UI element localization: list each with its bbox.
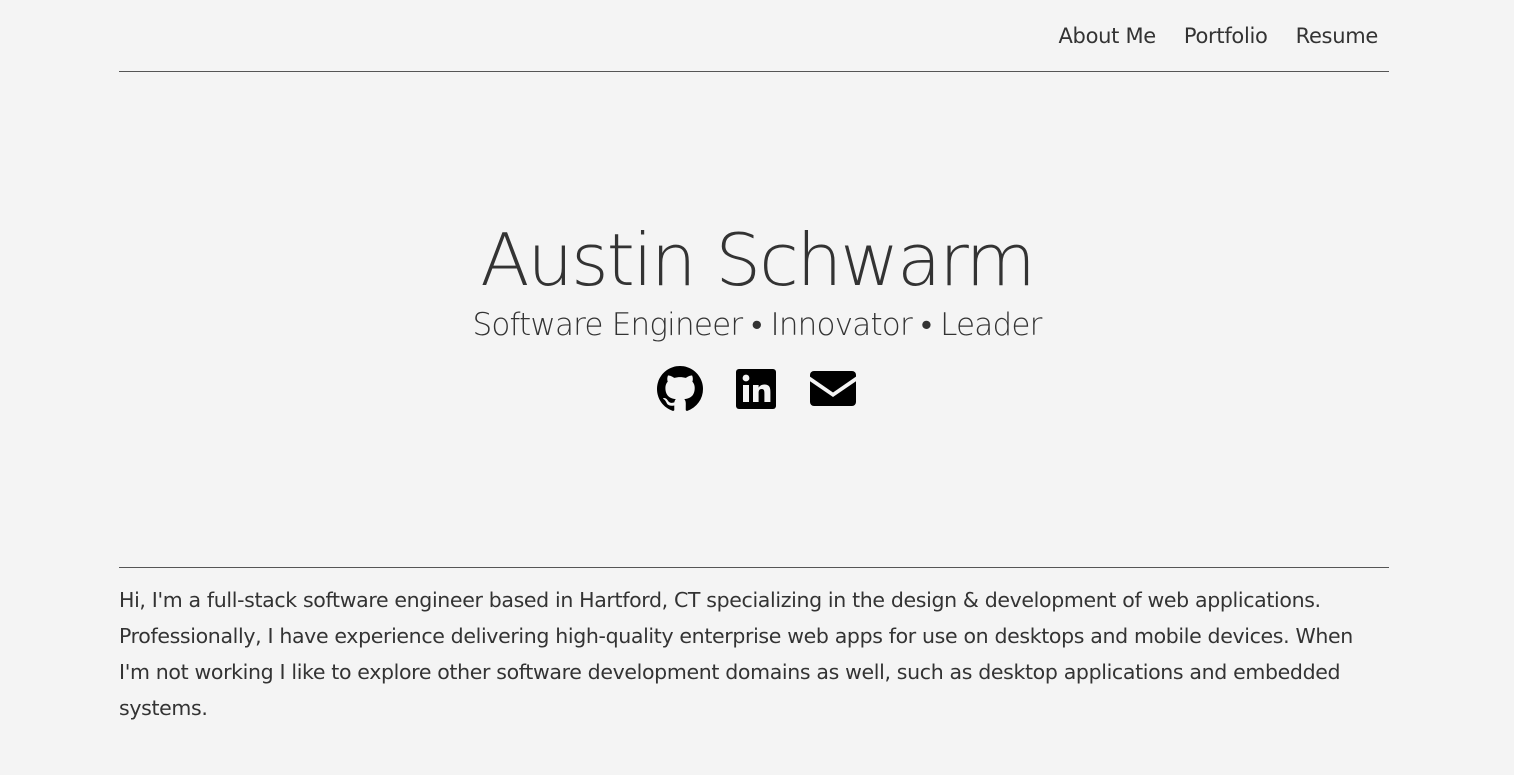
email-icon: [810, 371, 856, 406]
about-paragraph: Hi, I'm a full-stack software engineer b…: [119, 588, 1353, 720]
top-navigation: About Me Portfolio Resume: [119, 0, 1389, 72]
email-link[interactable]: [809, 366, 857, 412]
nav-links: About Me Portfolio Resume: [1058, 22, 1378, 50]
github-icon: [657, 366, 703, 411]
page: About Me Portfolio Resume Austin Schwarm…: [0, 0, 1514, 775]
social-links: [0, 366, 1514, 412]
linkedin-icon: [736, 369, 776, 409]
github-link[interactable]: [657, 366, 703, 412]
hero: Austin Schwarm Software Engineer • Innov…: [0, 210, 1514, 343]
nav-resume-link[interactable]: Resume: [1296, 22, 1379, 50]
section-divider: [119, 567, 1389, 568]
hero-tagline: Software Engineer • Innovator • Leader: [472, 307, 1042, 343]
hero-name: Austin Schwarm: [480, 218, 1036, 302]
nav-portfolio-link[interactable]: Portfolio: [1184, 22, 1268, 50]
linkedin-link[interactable]: [735, 366, 777, 412]
nav-about-me-link[interactable]: About Me: [1058, 22, 1156, 50]
